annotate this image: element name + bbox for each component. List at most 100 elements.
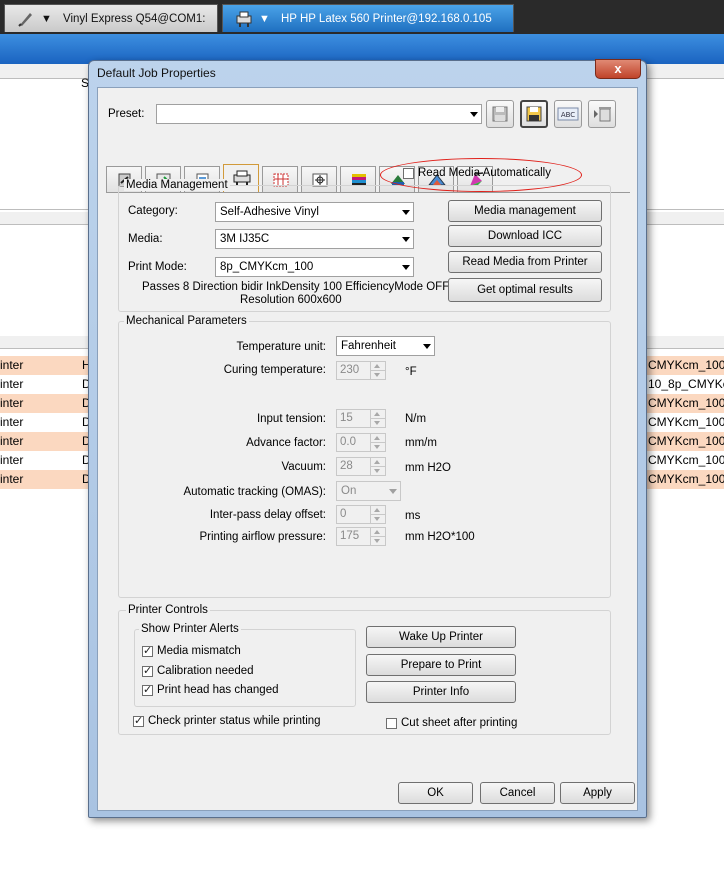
interpass-stepper[interactable]: 0 xyxy=(336,505,386,524)
cell: inter xyxy=(0,396,24,410)
preset-select[interactable] xyxy=(156,104,482,124)
cell: 10_8p_CMYKc xyxy=(648,377,724,391)
spin-up-icon[interactable] xyxy=(370,410,385,419)
input-tension-unit: N/m xyxy=(405,413,427,425)
curing-stepper[interactable]: 230 xyxy=(336,361,386,380)
media-management-title: Media Management xyxy=(124,179,230,191)
chevron-down-icon xyxy=(402,265,410,270)
airflow-stepper[interactable]: 175 xyxy=(336,527,386,546)
print-mode-label: Print Mode: xyxy=(128,261,187,273)
tracking-select[interactable]: On xyxy=(336,481,401,501)
temp-unit-select[interactable]: Fahrenheit xyxy=(336,336,435,356)
calibration-label: Calibration needed xyxy=(157,665,254,677)
calibration-checkbox[interactable] xyxy=(142,664,153,677)
optimal-results-button[interactable]: Get optimal results xyxy=(448,278,602,302)
cut-sheet-checkbox[interactable] xyxy=(386,718,397,729)
floppy-icon xyxy=(492,106,508,122)
download-icc-button[interactable]: Download ICC xyxy=(448,225,602,247)
chevron-down-icon xyxy=(423,344,431,349)
save-preset-button[interactable] xyxy=(486,100,514,128)
printer-icon xyxy=(236,11,252,27)
print-mode-info: Passes 8 Direction bidir InkDensity 100 … xyxy=(142,281,450,293)
rename-preset-button[interactable]: ABC xyxy=(554,100,582,128)
category-label: Category: xyxy=(128,205,178,217)
spin-down-icon[interactable] xyxy=(370,443,385,451)
spin-down-icon[interactable] xyxy=(370,537,385,545)
temp-unit-label: Temperature unit: xyxy=(236,341,327,353)
preset-label: Preset: xyxy=(108,108,145,120)
printer-info-button[interactable]: Printer Info xyxy=(366,681,516,703)
curing-unit: °F xyxy=(405,366,417,378)
alerts-title: Show Printer Alerts xyxy=(139,623,241,635)
app-tab-bar: ▼ Vinyl Express Q54@COM1: ▼ HP HP Latex … xyxy=(0,0,724,34)
input-tension-stepper[interactable]: 15 xyxy=(336,409,386,428)
cell: CMYKcm_100.i xyxy=(648,415,724,429)
cell: inter xyxy=(0,377,24,391)
vacuum-value: 28 xyxy=(340,460,353,472)
printer-icon xyxy=(233,170,251,186)
spin-up-icon[interactable] xyxy=(370,458,385,467)
advance-stepper[interactable]: 0.0 xyxy=(336,433,386,452)
read-media-button[interactable]: Read Media from Printer xyxy=(448,251,602,273)
media-management-button[interactable]: Media management xyxy=(448,200,602,222)
cutter-icon xyxy=(18,13,32,27)
spin-down-icon[interactable] xyxy=(370,515,385,523)
interpass-value: 0 xyxy=(340,508,347,520)
spin-up-icon[interactable] xyxy=(370,434,385,443)
tab-hp-latex[interactable]: ▼ HP HP Latex 560 Printer@192.168.0.105 xyxy=(222,4,514,32)
cell: CMYKcm_100.i xyxy=(648,434,724,448)
advance-label: Advance factor: xyxy=(246,437,326,449)
tab-vinyl-express[interactable]: ▼ Vinyl Express Q54@COM1: xyxy=(4,4,218,32)
vacuum-label: Vacuum: xyxy=(281,461,326,473)
spin-up-icon[interactable] xyxy=(370,362,385,371)
input-tension-label: Input tension: xyxy=(256,413,326,425)
spin-down-icon[interactable] xyxy=(370,419,385,427)
svg-text:ABC: ABC xyxy=(561,111,575,119)
chevron-down-icon[interactable]: ▼ xyxy=(41,5,52,33)
cell: CMYKcm_100.i xyxy=(648,358,724,372)
cell: CMYKcm_100.i xyxy=(648,396,724,410)
ok-button[interactable]: OK xyxy=(398,782,473,804)
spin-down-icon[interactable] xyxy=(370,371,385,379)
print-head-checkbox[interactable] xyxy=(142,683,153,696)
wake-up-button[interactable]: Wake Up Printer xyxy=(366,626,516,648)
airflow-label: Printing airflow pressure: xyxy=(199,531,326,543)
cell: inter xyxy=(0,358,24,372)
delete-preset-button[interactable] xyxy=(588,100,616,128)
apply-button[interactable]: Apply xyxy=(560,782,635,804)
media-mismatch-checkbox[interactable] xyxy=(142,644,153,657)
chevron-down-icon xyxy=(470,112,478,117)
advance-value: 0.0 xyxy=(340,436,356,448)
media-select[interactable]: 3M IJ35C xyxy=(215,229,414,249)
mechanical-title: Mechanical Parameters xyxy=(124,315,249,327)
print-mode-select[interactable]: 8p_CMYKcm_100 xyxy=(215,257,414,277)
check-status-label: Check printer status while printing xyxy=(148,715,321,727)
cell: inter xyxy=(0,415,24,429)
chevron-down-icon[interactable]: ▼ xyxy=(259,5,270,33)
cell: CMYKcm_100.i xyxy=(648,472,724,486)
interpass-label: Inter-pass delay offset: xyxy=(209,509,326,521)
printer-controls-title: Printer Controls xyxy=(126,604,210,616)
tab-label: Vinyl Express Q54@COM1: xyxy=(63,13,206,25)
spin-up-icon[interactable] xyxy=(370,528,385,537)
prepare-print-button[interactable]: Prepare to Print xyxy=(366,654,516,676)
media-label: Media: xyxy=(128,233,163,245)
check-status-checkbox[interactable] xyxy=(133,714,144,727)
spin-up-icon[interactable] xyxy=(370,506,385,515)
category-select[interactable]: Self-Adhesive Vinyl xyxy=(215,202,414,222)
interpass-unit: ms xyxy=(405,510,421,522)
save-as-preset-button[interactable] xyxy=(520,100,548,128)
chevron-down-icon xyxy=(389,489,397,494)
cancel-button[interactable]: Cancel xyxy=(480,782,555,804)
rename-icon: ABC xyxy=(557,107,579,121)
resolution-info: Resolution 600x600 xyxy=(240,294,342,306)
chevron-down-icon xyxy=(402,237,410,242)
input-tension-value: 15 xyxy=(340,412,353,424)
close-button[interactable]: x xyxy=(595,59,641,79)
tab-label: HP HP Latex 560 Printer@192.168.0.105 xyxy=(281,13,492,25)
vacuum-stepper[interactable]: 28 xyxy=(336,457,386,476)
job-properties-dialog: Default Job Properties x Preset: ABC Rea… xyxy=(88,59,647,818)
spin-down-icon[interactable] xyxy=(370,467,385,475)
category-value: Self-Adhesive Vinyl xyxy=(220,206,319,218)
annotation-ellipse xyxy=(380,158,582,192)
